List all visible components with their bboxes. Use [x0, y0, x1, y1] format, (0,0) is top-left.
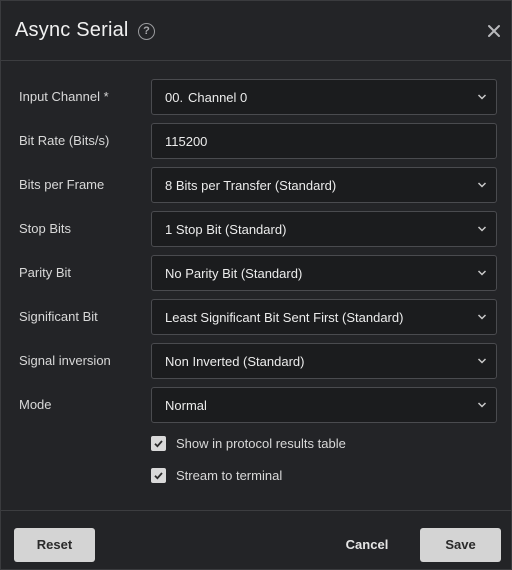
dialog-title: Async Serial: [15, 19, 129, 41]
mode-label: Mode: [19, 397, 52, 412]
signal-inversion-value: Non Inverted (Standard): [165, 354, 305, 369]
reset-button[interactable]: Reset: [14, 528, 95, 562]
chevron-down-icon: [477, 270, 487, 276]
stop-bits-row: Stop Bits 1 Stop Bit (Standard): [1, 211, 511, 247]
stream-to-terminal-checkbox[interactable]: [151, 467, 166, 483]
chevron-down-icon: [477, 182, 487, 188]
significant-bit-row: Significant Bit Least Significant Bit Se…: [1, 299, 511, 335]
parity-bit-select[interactable]: No Parity Bit (Standard): [151, 255, 497, 291]
chevron-down-icon: [477, 402, 487, 408]
significant-bit-label: Significant Bit: [19, 309, 98, 324]
bits-per-frame-select[interactable]: 8 Bits per Transfer (Standard): [151, 167, 497, 203]
bits-per-frame-value: 8 Bits per Transfer (Standard): [165, 178, 337, 193]
bit-rate-row: Bit Rate (Bits/s): [1, 123, 511, 159]
input-channel-select[interactable]: 00. Channel 0: [151, 79, 497, 115]
parity-bit-value: No Parity Bit (Standard): [165, 266, 303, 281]
help-icon[interactable]: ?: [138, 23, 155, 40]
chevron-down-icon: [477, 314, 487, 320]
dialog-header: Async Serial ?: [1, 1, 511, 61]
signal-inversion-select[interactable]: Non Inverted (Standard): [151, 343, 497, 379]
stop-bits-value: 1 Stop Bit (Standard): [165, 222, 287, 237]
show-in-table-checkbox[interactable]: [151, 435, 166, 451]
checkmark-icon: [154, 471, 163, 480]
stop-bits-label: Stop Bits: [19, 221, 72, 236]
significant-bit-select[interactable]: Least Significant Bit Sent First (Standa…: [151, 299, 497, 335]
signal-inversion-row: Signal inversion Non Inverted (Standard): [1, 343, 511, 379]
cancel-button[interactable]: Cancel: [331, 528, 403, 562]
signal-inversion-label: Signal inversion: [19, 353, 111, 368]
show-in-table-checkbox-row[interactable]: Show in protocol results table: [151, 434, 346, 452]
save-button[interactable]: Save: [420, 528, 501, 562]
parity-bit-row: Parity Bit No Parity Bit (Standard): [1, 255, 511, 291]
input-channel-row: Input Channel * 00. Channel 0: [1, 79, 511, 115]
parity-bit-label: Parity Bit: [19, 265, 72, 280]
chevron-down-icon: [477, 358, 487, 364]
mode-select[interactable]: Normal: [151, 387, 497, 423]
stream-to-terminal-checkbox-row[interactable]: Stream to terminal: [151, 466, 282, 484]
bit-rate-input[interactable]: [151, 123, 497, 159]
chevron-down-icon: [477, 94, 487, 100]
stream-to-terminal-label: Stream to terminal: [176, 467, 283, 483]
checkmark-icon: [154, 439, 163, 448]
input-channel-label: Input Channel *: [19, 89, 109, 104]
close-icon[interactable]: [486, 23, 502, 39]
show-in-table-label: Show in protocol results table: [176, 435, 346, 451]
input-channel-value-text: 00. Channel 0: [165, 90, 247, 105]
mode-value: Normal: [165, 398, 207, 413]
bits-per-frame-row: Bits per Frame 8 Bits per Transfer (Stan…: [1, 167, 511, 203]
chevron-down-icon: [477, 226, 487, 232]
significant-bit-value: Least Significant Bit Sent First (Standa…: [165, 310, 404, 325]
dialog-footer: Reset Cancel Save: [1, 510, 511, 570]
mode-row: Mode Normal: [1, 387, 511, 423]
channel-number: 00.: [165, 90, 184, 105]
bits-per-frame-label: Bits per Frame: [19, 177, 105, 192]
async-serial-dialog: Async Serial ? Input Channel * 00. Channe…: [0, 0, 512, 570]
bit-rate-label: Bit Rate (Bits/s): [19, 133, 110, 148]
channel-name: Channel 0: [188, 90, 248, 105]
stop-bits-select[interactable]: 1 Stop Bit (Standard): [151, 211, 497, 247]
